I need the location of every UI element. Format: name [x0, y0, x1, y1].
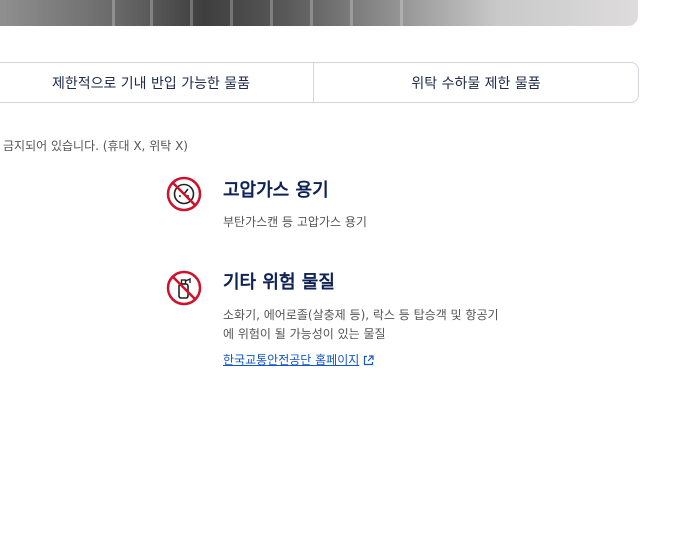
external-link-icon: [364, 355, 374, 366]
no-fire-extinguisher-icon: [166, 270, 202, 306]
no-gas-cylinder-icon: [166, 176, 202, 212]
item-description: 소화기, 에어로졸(살충제 등), 락스 등 탑승객 및 항공기 에 위험이 될…: [223, 306, 523, 344]
desc-line-1: 소화기, 에어로졸(살충제 등), 락스 등 탑승객 및 항공기: [223, 308, 499, 322]
category-tabs: 제한적으로 기내 반입 가능한 물품 위탁 수하물 제한 물품: [0, 62, 639, 103]
tab-carry-on-limited[interactable]: 제한적으로 기내 반입 가능한 물품: [0, 63, 313, 102]
item-title: 기타 위험 물질: [223, 272, 335, 293]
item-description: 부탄가스캔 등 고압가스 용기: [223, 215, 367, 229]
item-gas-container: 고압가스 용기 부탄가스캔 등 고압가스 용기: [166, 176, 526, 236]
link-label[interactable]: 한국교통안전공단 홈페이지: [223, 353, 359, 367]
hero-image: [0, 0, 638, 26]
prohibition-notice: 금지되어 있습니다. (휴대 X, 위탁 X): [3, 139, 188, 153]
kotsa-homepage-link[interactable]: 한국교통안전공단 홈페이지: [223, 351, 374, 368]
item-other-hazardous: 기타 위험 물질 소화기, 에어로졸(살충제 등), 락스 등 탑승객 및 항공…: [166, 268, 526, 373]
desc-line-2: 에 위험이 될 가능성이 있는 물질: [223, 327, 386, 341]
tab-checked-limited[interactable]: 위탁 수하물 제한 물품: [313, 63, 638, 102]
item-title: 고압가스 용기: [223, 180, 329, 201]
